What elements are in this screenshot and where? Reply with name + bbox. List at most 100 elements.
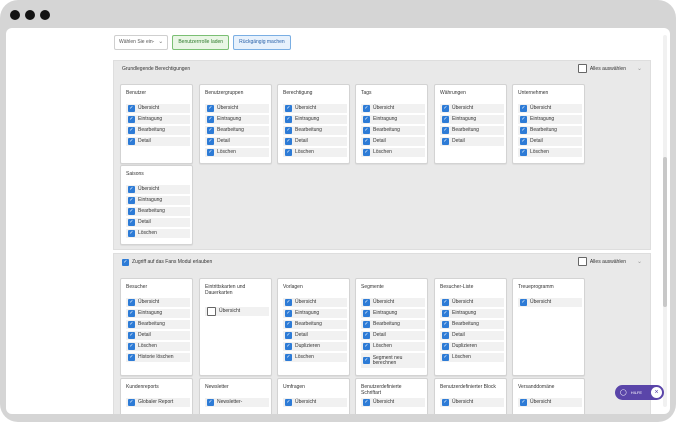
permission-item[interactable]: ✓ Löschen	[283, 353, 347, 362]
role-select[interactable]: Wählen Sie ein- ⌄	[114, 34, 169, 50]
permission-item[interactable]: ✓ Eintragung	[361, 309, 425, 318]
permission-item[interactable]: ✓ Detail	[283, 137, 347, 146]
permission-item[interactable]: ✓ Eintragung	[440, 309, 504, 318]
select-all[interactable]: Alles auswählen	[577, 64, 626, 73]
permission-checkbox[interactable]: ✓	[128, 105, 135, 112]
permission-checkbox[interactable]: ✓	[128, 299, 135, 306]
permission-item[interactable]: ✓ Übersicht	[283, 398, 347, 407]
permission-checkbox[interactable]: ✓	[285, 138, 292, 145]
permission-checkbox[interactable]: ✓	[285, 332, 292, 339]
permission-item[interactable]: ✓ Bearbeitung	[440, 320, 504, 329]
permission-item[interactable]: ✓ Übersicht	[440, 104, 504, 113]
chevron-down-icon[interactable]: ⌄	[637, 65, 642, 72]
permission-checkbox[interactable]: ✓	[363, 332, 370, 339]
permission-checkbox[interactable]: ✓	[442, 105, 449, 112]
permission-checkbox[interactable]: ✓	[442, 354, 449, 361]
permission-item[interactable]: ✓ Historie löschen	[126, 353, 190, 362]
permission-item[interactable]: ✓ Löschen	[205, 148, 269, 157]
permission-checkbox[interactable]: ✓	[363, 357, 370, 364]
permission-item[interactable]: ✓ Löschen	[361, 342, 425, 351]
permission-checkbox[interactable]: ✓	[128, 127, 135, 134]
permission-checkbox[interactable]: ✓	[363, 343, 370, 350]
permission-item[interactable]: ✓ Übersicht	[440, 298, 504, 307]
permission-checkbox[interactable]: ✓	[520, 299, 527, 306]
permission-checkbox[interactable]: ✓	[442, 399, 449, 406]
permission-checkbox[interactable]: ✓	[363, 149, 370, 156]
select-all-checkbox[interactable]	[577, 64, 587, 73]
permission-checkbox[interactable]: ✓	[442, 299, 449, 306]
permission-checkbox[interactable]	[207, 307, 216, 316]
scrollbar[interactable]	[661, 35, 667, 407]
permission-checkbox[interactable]: ✓	[442, 138, 449, 145]
permission-item[interactable]: ✓ Bearbeitung	[440, 126, 504, 135]
permission-item[interactable]: ✓ Übersicht	[205, 104, 269, 113]
permission-item[interactable]: ✓ Bearbeitung	[126, 126, 190, 135]
permission-checkbox[interactable]: ✓	[285, 343, 292, 350]
permission-item[interactable]: ✓ Übersicht	[361, 298, 425, 307]
permission-checkbox[interactable]: ✓	[285, 127, 292, 134]
permission-item[interactable]: ✓ Detail	[440, 137, 504, 146]
permission-item[interactable]: ✓ Detail	[205, 137, 269, 146]
permission-item[interactable]: ✓ Detail	[361, 331, 425, 340]
permission-checkbox[interactable]: ✓	[128, 219, 135, 226]
permission-checkbox[interactable]: ✓	[520, 399, 527, 406]
permission-checkbox[interactable]: ✓	[128, 208, 135, 215]
permission-item[interactable]: ✓ Bearbeitung	[126, 207, 190, 216]
permission-item[interactable]: ✓ Übersicht	[440, 398, 504, 407]
permission-item[interactable]: ✓ Übersicht	[283, 104, 347, 113]
permission-item[interactable]: ✓ Übersicht	[518, 104, 582, 113]
permission-checkbox[interactable]: ✓	[128, 354, 135, 361]
permission-item[interactable]: ✓ Bearbeitung	[126, 320, 190, 329]
permission-item[interactable]: ✓ Eintragung	[440, 115, 504, 124]
permission-checkbox[interactable]: ✓	[128, 138, 135, 145]
permission-item[interactable]: ✓ Übersicht	[283, 298, 347, 307]
permission-item[interactable]: ✓ Eintragung	[518, 115, 582, 124]
permission-item[interactable]: ✓ Segment neu berechnen	[361, 353, 425, 368]
permission-item[interactable]: ✓ Löschen	[518, 148, 582, 157]
close-icon[interactable]: ×	[651, 387, 662, 398]
permission-checkbox[interactable]: ✓	[207, 149, 214, 156]
permission-item[interactable]: ✓ Löschen	[126, 342, 190, 351]
permission-item[interactable]: ✓ Löschen	[283, 148, 347, 157]
permission-item[interactable]: ✓ Detail	[126, 331, 190, 340]
permission-checkbox[interactable]: ✓	[285, 321, 292, 328]
permission-checkbox[interactable]: ✓	[128, 197, 135, 204]
permission-checkbox[interactable]: ✓	[285, 105, 292, 112]
permission-checkbox[interactable]: ✓	[442, 127, 449, 134]
permission-checkbox[interactable]: ✓	[128, 116, 135, 123]
permission-item[interactable]: ✓ Eintragung	[126, 309, 190, 318]
permission-checkbox[interactable]: ✓	[520, 138, 527, 145]
permission-checkbox[interactable]: ✓	[363, 105, 370, 112]
permission-item[interactable]: ✓ Eintragung	[361, 115, 425, 124]
permission-checkbox[interactable]: ✓	[363, 399, 370, 406]
permission-item[interactable]: ✓ Übersicht	[126, 185, 190, 194]
permission-item[interactable]: ✓ Detail	[518, 137, 582, 146]
permission-checkbox[interactable]: ✓	[128, 230, 135, 237]
permission-item[interactable]: ✓ Übersicht	[126, 104, 190, 113]
permission-checkbox[interactable]: ✓	[207, 105, 214, 112]
select-all[interactable]: Alles auswählen	[577, 257, 626, 266]
help-button[interactable]: ◯ HILFE ×	[615, 385, 664, 400]
permission-item[interactable]: ✓ Eintragung	[126, 115, 190, 124]
permission-checkbox[interactable]: ✓	[207, 116, 214, 123]
permission-item[interactable]: ✓ Übersicht	[518, 298, 582, 307]
permission-checkbox[interactable]: ✓	[128, 186, 135, 193]
permission-item[interactable]: ✓ Detail	[126, 218, 190, 227]
permission-checkbox[interactable]: ✓	[128, 310, 135, 317]
permission-item[interactable]: ✓ Eintragung	[283, 309, 347, 318]
permission-checkbox[interactable]: ✓	[207, 127, 214, 134]
permission-checkbox[interactable]: ✓	[363, 138, 370, 145]
select-all-checkbox[interactable]	[577, 257, 587, 266]
permission-checkbox[interactable]: ✓	[442, 332, 449, 339]
permission-checkbox[interactable]: ✓	[285, 310, 292, 317]
permission-item[interactable]: ✓ Duplizieren	[283, 342, 347, 351]
permission-checkbox[interactable]: ✓	[128, 321, 135, 328]
permission-item[interactable]: ✓ Globaler Report	[126, 398, 190, 407]
permission-item[interactable]: ✓ Löschen	[361, 148, 425, 157]
permission-checkbox[interactable]: ✓	[285, 399, 292, 406]
undo-button[interactable]: Rückgängig machen	[233, 34, 291, 50]
permission-checkbox[interactable]: ✓	[363, 116, 370, 123]
permission-checkbox[interactable]: ✓	[128, 332, 135, 339]
permission-checkbox[interactable]: ✓	[442, 310, 449, 317]
permission-item[interactable]: ✓ Bearbeitung	[361, 320, 425, 329]
